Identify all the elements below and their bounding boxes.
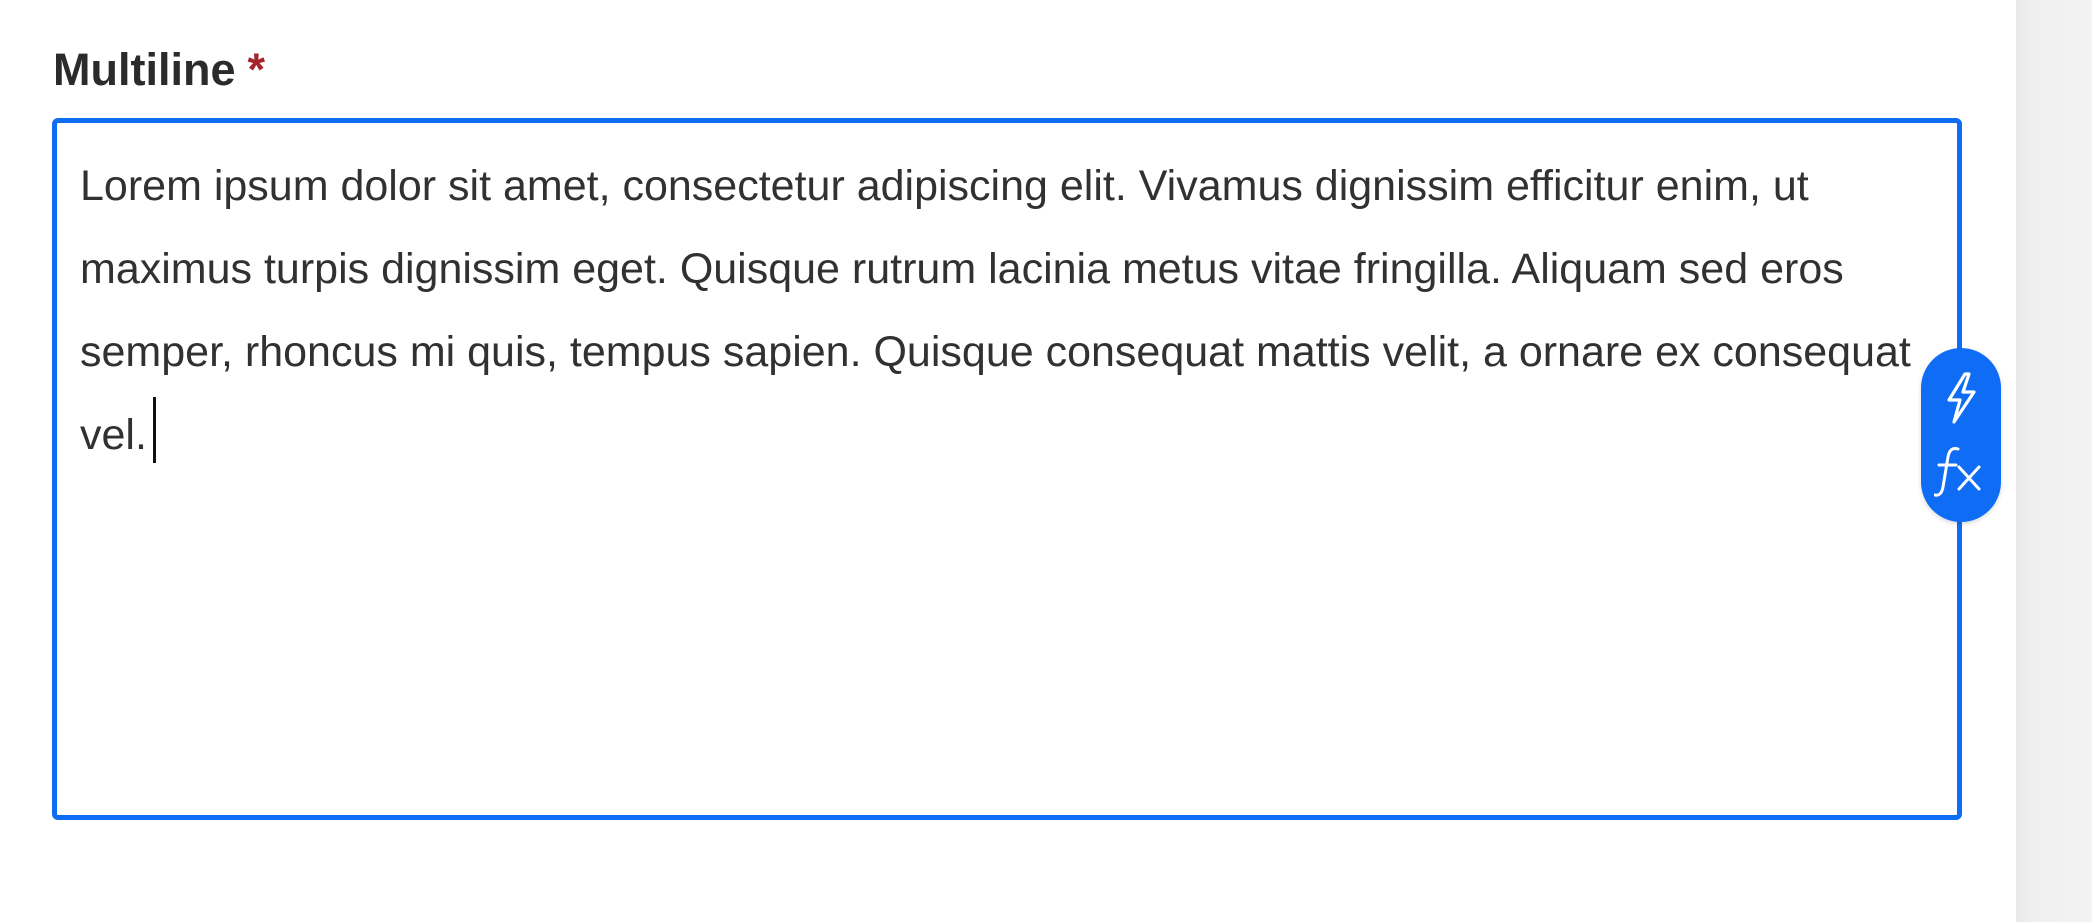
text-cursor <box>152 397 156 463</box>
required-marker: * <box>247 44 265 95</box>
lightning-icon <box>1921 368 2001 428</box>
scroll-gutter <box>2016 0 2092 922</box>
field-label-text: Multiline <box>53 44 236 95</box>
formula-button[interactable] <box>1921 348 2001 522</box>
form-page: Multiline * Lorem ipsum dolor sit amet, c… <box>0 0 2092 922</box>
textarea-value: Lorem ipsum dolor sit amet, consectetur … <box>80 162 1911 459</box>
multiline-textarea[interactable]: Lorem ipsum dolor sit amet, consectetur … <box>52 118 1962 820</box>
field-label: Multiline * <box>53 40 265 100</box>
fx-icon <box>1921 438 2001 504</box>
textarea-content: Lorem ipsum dolor sit amet, consectetur … <box>80 145 1950 477</box>
